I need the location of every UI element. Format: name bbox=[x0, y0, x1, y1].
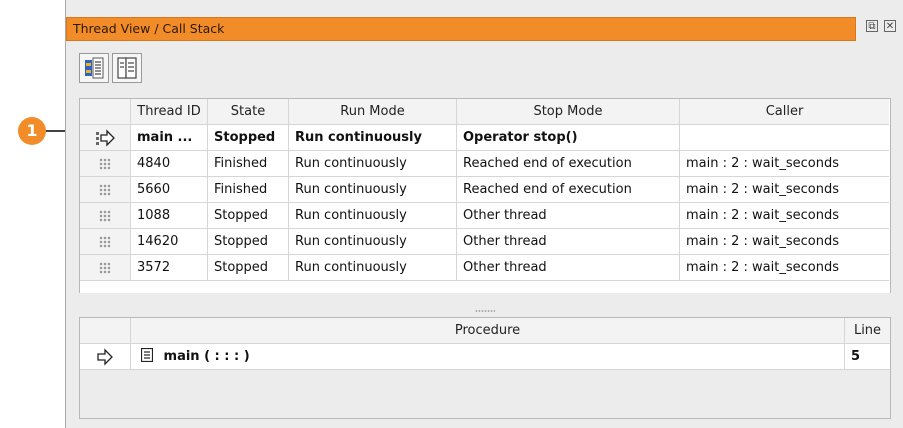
cell-state: Stopped bbox=[208, 255, 289, 281]
current-frame-arrow-icon bbox=[80, 344, 131, 370]
callstack-table-header: Procedure Line bbox=[80, 318, 890, 344]
column-header-marker bbox=[80, 99, 131, 125]
cell-stop-mode: Reached end of execution bbox=[457, 151, 680, 177]
cell-state: Stopped bbox=[208, 125, 289, 151]
cell-run-mode: Run continuously bbox=[289, 125, 457, 151]
cell-state: Stopped bbox=[208, 203, 289, 229]
column-header-procedure[interactable]: Procedure bbox=[131, 318, 845, 344]
callout-badge: 1 bbox=[18, 117, 46, 145]
table-row[interactable]: 4840 Finished Run continuously Reached e… bbox=[80, 151, 889, 177]
procedure-icon bbox=[140, 347, 154, 363]
thread-grip-icon bbox=[80, 151, 131, 177]
restore-button[interactable]: ⧉ bbox=[866, 20, 878, 32]
cell-state: Stopped bbox=[208, 229, 289, 255]
panel-title-bar: Thread View / Call Stack bbox=[66, 17, 856, 41]
panel-title: Thread View / Call Stack bbox=[73, 21, 225, 36]
thread-table-header: Thread ID State Run Mode Stop Mode Calle… bbox=[80, 99, 889, 125]
cell-caller bbox=[680, 125, 889, 151]
thread-grip-icon bbox=[80, 203, 131, 229]
thread-view-icon bbox=[85, 57, 104, 79]
cell-thread-id: 3572 bbox=[131, 255, 208, 281]
pane-splitter[interactable] bbox=[79, 293, 891, 317]
column-header-run-mode[interactable]: Run Mode bbox=[289, 99, 457, 125]
table-row[interactable]: 1088 Stopped Run continuously Other thre… bbox=[80, 203, 889, 229]
call-stack-icon bbox=[117, 57, 137, 79]
cell-run-mode: Run continuously bbox=[289, 203, 457, 229]
column-header-stop-mode[interactable]: Stop Mode bbox=[457, 99, 680, 125]
thread-grip-icon bbox=[80, 255, 131, 281]
column-header-thread-id[interactable]: Thread ID bbox=[131, 99, 208, 125]
table-row[interactable]: main ( : : : ) 5 bbox=[80, 344, 890, 370]
table-row[interactable]: main ... Stopped Run continuously Operat… bbox=[80, 125, 889, 151]
cell-caller: main : 2 : wait_seconds bbox=[680, 151, 889, 177]
cell-stop-mode: Other thread bbox=[457, 229, 680, 255]
cell-thread-id: 5660 bbox=[131, 177, 208, 203]
cell-state: Finished bbox=[208, 151, 289, 177]
cell-procedure: main ( : : : ) bbox=[131, 344, 845, 370]
thread-grip-icon bbox=[80, 177, 131, 203]
cell-thread-id: 1088 bbox=[131, 203, 208, 229]
call-stack-button[interactable] bbox=[112, 53, 142, 83]
cell-run-mode: Run continuously bbox=[289, 229, 457, 255]
table-row[interactable]: 14620 Stopped Run continuously Other thr… bbox=[80, 229, 889, 255]
table-row[interactable]: 3572 Stopped Run continuously Other thre… bbox=[80, 255, 889, 281]
close-button[interactable]: ✕ bbox=[884, 20, 896, 32]
cell-caller: main : 2 : wait_seconds bbox=[680, 229, 889, 255]
cell-run-mode: Run continuously bbox=[289, 177, 457, 203]
cell-line: 5 bbox=[845, 344, 890, 370]
current-thread-arrow-icon bbox=[80, 125, 131, 151]
thread-grip-icon bbox=[80, 229, 131, 255]
cell-thread-id: 14620 bbox=[131, 229, 208, 255]
table-row[interactable]: 5660 Finished Run continuously Reached e… bbox=[80, 177, 889, 203]
cell-caller: main : 2 : wait_seconds bbox=[680, 203, 889, 229]
cell-caller: main : 2 : wait_seconds bbox=[680, 255, 889, 281]
cell-stop-mode: Operator stop() bbox=[457, 125, 680, 151]
column-header-line[interactable]: Line bbox=[845, 318, 890, 344]
procedure-label: main ( : : : ) bbox=[163, 349, 250, 364]
cell-state: Finished bbox=[208, 177, 289, 203]
cell-thread-id: main ... bbox=[131, 125, 208, 151]
cell-stop-mode: Other thread bbox=[457, 255, 680, 281]
thread-table: Thread ID State Run Mode Stop Mode Calle… bbox=[79, 98, 891, 294]
cell-stop-mode: Reached end of execution bbox=[457, 177, 680, 203]
cell-thread-id: 4840 bbox=[131, 151, 208, 177]
thread-view-button[interactable] bbox=[79, 53, 109, 83]
column-header-marker bbox=[80, 318, 131, 344]
cell-stop-mode: Other thread bbox=[457, 203, 680, 229]
cell-run-mode: Run continuously bbox=[289, 255, 457, 281]
column-header-caller[interactable]: Caller bbox=[680, 99, 889, 125]
cell-caller: main : 2 : wait_seconds bbox=[680, 177, 889, 203]
column-header-state[interactable]: State bbox=[208, 99, 289, 125]
cell-run-mode: Run continuously bbox=[289, 151, 457, 177]
splitter-grip bbox=[475, 310, 495, 312]
callstack-table: Procedure Line main ( : : : ) 5 bbox=[79, 317, 891, 419]
